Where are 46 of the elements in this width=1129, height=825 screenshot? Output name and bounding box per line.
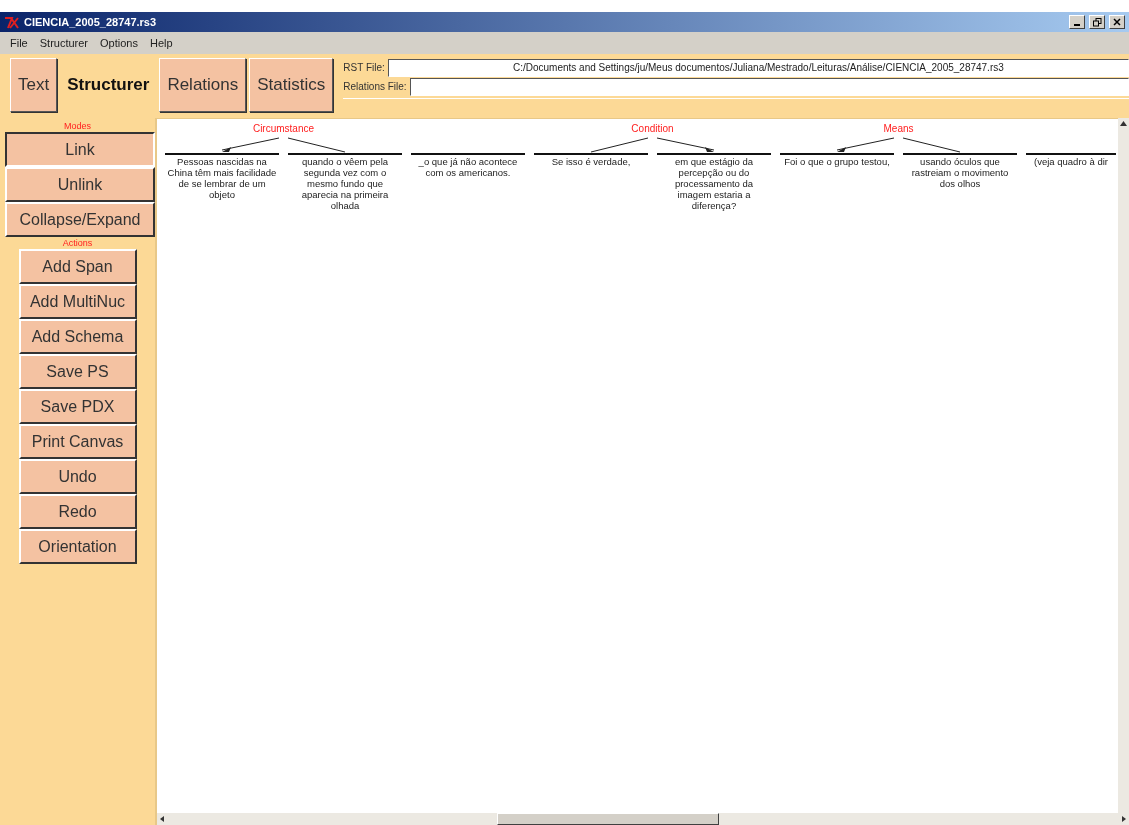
text-segment[interactable]: Pessoas nascidas na China têm mais facilidade de se lembrar de um objeto <box>165 156 279 200</box>
scrollbar-thumb[interactable] <box>497 813 719 825</box>
action-button[interactable]: Save PDX <box>18 389 137 424</box>
relation-label: Means <box>883 123 914 135</box>
section-heading: Modes <box>64 120 91 132</box>
text-segment[interactable]: Se isso é verdade, <box>534 156 648 167</box>
relation-label: Circumstance <box>252 123 315 135</box>
menu-item[interactable]: Structurer <box>39 37 89 49</box>
action-button[interactable]: Add Span <box>18 249 137 284</box>
text-segment[interactable]: quando o vêem pela segunda vez com o mesmo fundo que aparecia na primeira olhada <box>288 156 402 211</box>
action-button[interactable]: Redo <box>18 494 137 529</box>
close-button[interactable] <box>1109 15 1125 29</box>
action-button[interactable]: Undo <box>18 459 137 494</box>
field-label: RST File: <box>343 62 385 73</box>
field-label: Relations File: <box>343 81 407 92</box>
menu-item[interactable]: Help <box>149 37 173 49</box>
file-path-field[interactable] <box>409 77 1129 96</box>
tab[interactable]: Relations <box>159 58 247 112</box>
mode-button[interactable]: Collapse/Expand <box>5 202 155 237</box>
minimize-button[interactable] <box>1069 15 1085 29</box>
action-button[interactable]: Save PS <box>18 354 137 389</box>
action-button[interactable]: Add MultiNuc <box>18 284 137 319</box>
action-button[interactable]: Orientation <box>18 529 137 564</box>
menu-item[interactable]: File <box>10 37 28 49</box>
window-title: CIENCIA_2005_28747.rs3 <box>24 16 158 28</box>
mode-button[interactable]: Link <box>5 132 155 167</box>
menu-item[interactable]: Options <box>100 37 138 49</box>
close-icon <box>1113 18 1121 26</box>
action-button[interactable]: Print Canvas <box>18 424 137 459</box>
text-segment[interactable]: Foi o que o grupo testou, <box>780 156 894 167</box>
text-segment[interactable]: usando óculos que rastreiam o movimento dos olhos <box>903 156 1017 189</box>
text-segment[interactable]: _o que já não acontece com os americanos. <box>411 156 525 178</box>
app-icon <box>4 15 20 29</box>
horizontal-scrollbar[interactable] <box>157 813 1129 825</box>
restore-button[interactable] <box>1089 15 1105 29</box>
file-path-field[interactable]: C:/Documents and Settings/ju/Meus documentos/Juliana/Mestrado/Leituras/Análise/CIENCIA_2005_28747.rs3 <box>387 58 1129 77</box>
text-segment[interactable]: (veja quadro à dir <box>1026 156 1116 167</box>
section-heading: Actions <box>62 237 93 249</box>
text-segment[interactable]: em que estágio da percepção ou do processamento da imagem estaria a diferença? <box>657 156 771 211</box>
tab[interactable]: Statistics <box>249 58 334 112</box>
vertical-scrollbar[interactable] <box>1118 118 1129 813</box>
restore-icon <box>1092 17 1102 27</box>
tab[interactable]: Text <box>10 58 58 112</box>
mode-button[interactable]: Unlink <box>5 167 155 202</box>
action-button[interactable]: Add Schema <box>18 319 137 354</box>
relation-label: Condition <box>631 123 674 135</box>
